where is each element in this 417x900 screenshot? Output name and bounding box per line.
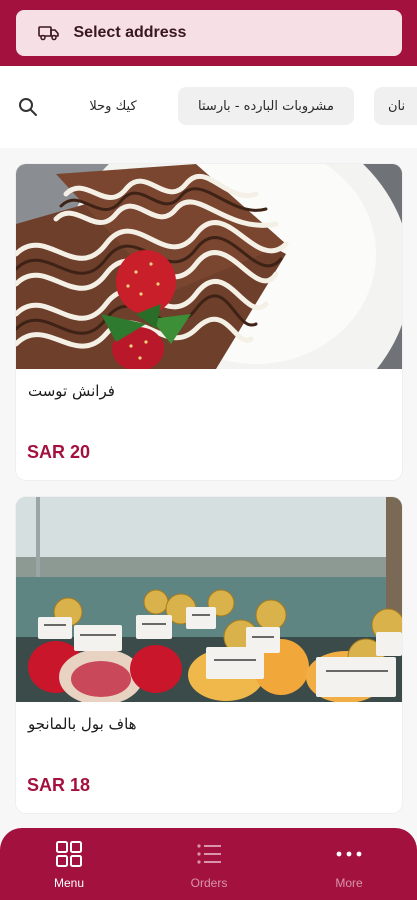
nav-orders-label: Orders: [190, 876, 228, 890]
grid-icon: [55, 840, 83, 868]
product-price: SAR 20: [27, 442, 91, 462]
category-chip-partial[interactable]: نان: [374, 87, 417, 125]
nav-more-label: More: [335, 876, 363, 890]
product-image-half-ball-mango: [16, 497, 402, 702]
category-chip-cake[interactable]: كيك وحلا: [70, 87, 156, 125]
product-image-french-toast: [16, 164, 402, 369]
select-address-label: Select address: [73, 24, 187, 41]
search-button[interactable]: [14, 93, 42, 121]
product-card[interactable]: فرانش توست SAR 20: [16, 164, 402, 480]
list-icon: [195, 840, 223, 868]
product-name: هاف بول بالمانجو: [28, 715, 137, 733]
search-icon: [19, 98, 37, 116]
top-header: Select address: [0, 0, 417, 66]
delivery-truck-icon: [37, 25, 60, 41]
product-list: فرانش توست SAR 20 هاف بول بالمانجو SAR 1…: [0, 148, 417, 900]
nav-orders[interactable]: Orders: [169, 840, 249, 896]
select-address-button[interactable]: Select address: [15, 10, 402, 56]
category-chip-cold-drinks[interactable]: مشروبات البارده - بارستا: [178, 87, 354, 125]
category-bar: كيك وحلا مشروبات البارده - بارستا نان: [0, 66, 417, 148]
product-price: SAR 18: [27, 775, 91, 795]
product-card[interactable]: هاف بول بالمانجو SAR 18: [16, 497, 402, 813]
more-dots-icon: [335, 840, 363, 868]
nav-menu-label: Menu: [53, 876, 85, 890]
product-name: فرانش توست: [28, 382, 115, 400]
nav-more[interactable]: More: [309, 840, 389, 896]
nav-menu[interactable]: Menu: [29, 840, 109, 896]
bottom-navigation: Menu Orders More: [0, 828, 417, 900]
